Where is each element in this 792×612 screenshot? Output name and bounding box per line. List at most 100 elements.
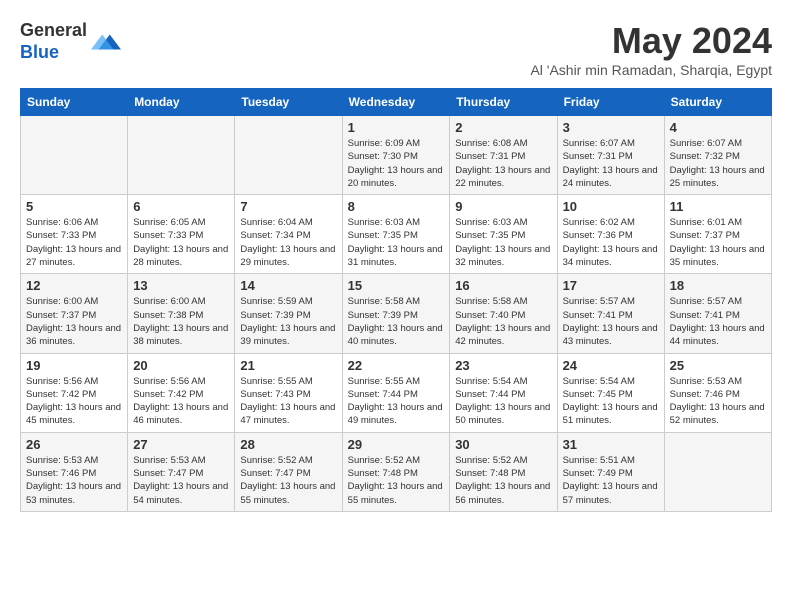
day-number: 18 [670,278,766,293]
title-block: May 2024 Al 'Ashir min Ramadan, Sharqia,… [530,20,772,78]
day-info: Sunrise: 5:52 AM Sunset: 7:48 PM Dayligh… [455,454,551,507]
day-info: Sunrise: 5:51 AM Sunset: 7:49 PM Dayligh… [563,454,659,507]
day-number: 9 [455,199,551,214]
day-info: Sunrise: 5:59 AM Sunset: 7:39 PM Dayligh… [240,295,336,348]
calendar-cell: 13Sunrise: 6:00 AM Sunset: 7:38 PM Dayli… [128,274,235,353]
calendar-header-row: SundayMondayTuesdayWednesdayThursdayFrid… [21,89,772,116]
day-info: Sunrise: 6:08 AM Sunset: 7:31 PM Dayligh… [455,137,551,190]
day-info: Sunrise: 5:56 AM Sunset: 7:42 PM Dayligh… [133,375,229,428]
calendar-cell [235,116,342,195]
day-info: Sunrise: 5:58 AM Sunset: 7:39 PM Dayligh… [348,295,445,348]
calendar-cell: 30Sunrise: 5:52 AM Sunset: 7:48 PM Dayli… [450,432,557,511]
day-info: Sunrise: 6:07 AM Sunset: 7:31 PM Dayligh… [563,137,659,190]
day-info: Sunrise: 5:58 AM Sunset: 7:40 PM Dayligh… [455,295,551,348]
day-info: Sunrise: 5:53 AM Sunset: 7:46 PM Dayligh… [26,454,122,507]
day-number: 17 [563,278,659,293]
day-number: 23 [455,358,551,373]
calendar-cell: 7 Sunrise: 6:04 AM Sunset: 7:34 PM Daylig… [235,195,342,274]
logo-icon [91,27,121,57]
day-number: 8 [348,199,445,214]
day-header-wednesday: Wednesday [342,89,450,116]
day-header-friday: Friday [557,89,664,116]
day-info: Sunrise: 6:00 AM Sunset: 7:37 PM Dayligh… [26,295,122,348]
calendar-cell [128,116,235,195]
day-number: 15 [348,278,445,293]
logo: General Blue [20,20,121,63]
calendar-table: SundayMondayTuesdayWednesdayThursdayFrid… [20,88,772,512]
day-number: 4 [670,120,766,135]
calendar-cell: 3 Sunrise: 6:07 AM Sunset: 7:31 PM Daylig… [557,116,664,195]
calendar-cell: 28Sunrise: 5:52 AM Sunset: 7:47 PM Dayli… [235,432,342,511]
calendar-cell: 23 Sunrise: 5:54 AM Sunset: 7:44 PM Dayli… [450,353,557,432]
page-header: General Blue May 2024 Al 'Ashir min Rama… [20,20,772,78]
calendar-cell: 8 Sunrise: 6:03 AM Sunset: 7:35 PM Daylig… [342,195,450,274]
day-info: Sunrise: 5:54 AM Sunset: 7:44 PM Dayligh… [455,375,551,428]
day-number: 29 [348,437,445,452]
day-number: 31 [563,437,659,452]
day-info: Sunrise: 6:04 AM Sunset: 7:34 PM Dayligh… [240,216,336,269]
day-header-thursday: Thursday [450,89,557,116]
calendar-cell: 15 Sunrise: 5:58 AM Sunset: 7:39 PM Dayli… [342,274,450,353]
day-number: 22 [348,358,445,373]
day-info: Sunrise: 6:06 AM Sunset: 7:33 PM Dayligh… [26,216,122,269]
day-info: Sunrise: 6:07 AM Sunset: 7:32 PM Dayligh… [670,137,766,190]
day-number: 3 [563,120,659,135]
calendar-cell: 16 Sunrise: 5:58 AM Sunset: 7:40 PM Dayli… [450,274,557,353]
day-number: 6 [133,199,229,214]
day-number: 12 [26,278,122,293]
day-number: 21 [240,358,336,373]
day-header-monday: Monday [128,89,235,116]
day-info: Sunrise: 5:52 AM Sunset: 7:48 PM Dayligh… [348,454,445,507]
day-info: Sunrise: 5:54 AM Sunset: 7:45 PM Dayligh… [563,375,659,428]
day-info: Sunrise: 5:56 AM Sunset: 7:42 PM Dayligh… [26,375,122,428]
location-title: Al 'Ashir min Ramadan, Sharqia, Egypt [530,62,772,78]
day-header-tuesday: Tuesday [235,89,342,116]
calendar-cell [664,432,771,511]
calendar-week-row: 1 Sunrise: 6:09 AM Sunset: 7:30 PM Daylig… [21,116,772,195]
calendar-cell: 6Sunrise: 6:05 AM Sunset: 7:33 PM Daylig… [128,195,235,274]
calendar-cell: 19Sunrise: 5:56 AM Sunset: 7:42 PM Dayli… [21,353,128,432]
day-number: 5 [26,199,122,214]
calendar-cell: 31 Sunrise: 5:51 AM Sunset: 7:49 PM Dayli… [557,432,664,511]
day-number: 7 [240,199,336,214]
day-number: 26 [26,437,122,452]
calendar-cell: 20 Sunrise: 5:56 AM Sunset: 7:42 PM Dayli… [128,353,235,432]
calendar-cell: 5 Sunrise: 6:06 AM Sunset: 7:33 PM Daylig… [21,195,128,274]
month-title: May 2024 [530,20,772,62]
calendar-week-row: 26 Sunrise: 5:53 AM Sunset: 7:46 PM Dayli… [21,432,772,511]
day-info: Sunrise: 6:03 AM Sunset: 7:35 PM Dayligh… [348,216,445,269]
calendar-cell: 24Sunrise: 5:54 AM Sunset: 7:45 PM Dayli… [557,353,664,432]
calendar-cell: 26 Sunrise: 5:53 AM Sunset: 7:46 PM Dayli… [21,432,128,511]
calendar-cell: 29 Sunrise: 5:52 AM Sunset: 7:48 PM Dayli… [342,432,450,511]
day-info: Sunrise: 6:00 AM Sunset: 7:38 PM Dayligh… [133,295,229,348]
calendar-cell: 11Sunrise: 6:01 AM Sunset: 7:37 PM Dayli… [664,195,771,274]
day-number: 11 [670,199,766,214]
day-info: Sunrise: 6:02 AM Sunset: 7:36 PM Dayligh… [563,216,659,269]
calendar-cell: 4 Sunrise: 6:07 AM Sunset: 7:32 PM Daylig… [664,116,771,195]
calendar-body: 1 Sunrise: 6:09 AM Sunset: 7:30 PM Daylig… [21,116,772,512]
day-header-saturday: Saturday [664,89,771,116]
calendar-cell: 17 Sunrise: 5:57 AM Sunset: 7:41 PM Dayli… [557,274,664,353]
day-info: Sunrise: 5:52 AM Sunset: 7:47 PM Dayligh… [240,454,336,507]
day-info: Sunrise: 6:03 AM Sunset: 7:35 PM Dayligh… [455,216,551,269]
day-number: 16 [455,278,551,293]
day-info: Sunrise: 5:57 AM Sunset: 7:41 PM Dayligh… [670,295,766,348]
calendar-week-row: 19Sunrise: 5:56 AM Sunset: 7:42 PM Dayli… [21,353,772,432]
day-number: 2 [455,120,551,135]
day-number: 20 [133,358,229,373]
day-info: Sunrise: 5:53 AM Sunset: 7:47 PM Dayligh… [133,454,229,507]
day-number: 1 [348,120,445,135]
calendar-cell: 1 Sunrise: 6:09 AM Sunset: 7:30 PM Daylig… [342,116,450,195]
calendar-cell: 27 Sunrise: 5:53 AM Sunset: 7:47 PM Dayli… [128,432,235,511]
day-number: 25 [670,358,766,373]
calendar-cell: 10Sunrise: 6:02 AM Sunset: 7:36 PM Dayli… [557,195,664,274]
calendar-cell: 18 Sunrise: 5:57 AM Sunset: 7:41 PM Dayli… [664,274,771,353]
calendar-cell: 14Sunrise: 5:59 AM Sunset: 7:39 PM Dayli… [235,274,342,353]
logo-blue: Blue [20,42,59,62]
day-number: 27 [133,437,229,452]
calendar-cell: 25Sunrise: 5:53 AM Sunset: 7:46 PM Dayli… [664,353,771,432]
day-info: Sunrise: 5:57 AM Sunset: 7:41 PM Dayligh… [563,295,659,348]
day-info: Sunrise: 6:09 AM Sunset: 7:30 PM Dayligh… [348,137,445,190]
day-info: Sunrise: 5:55 AM Sunset: 7:44 PM Dayligh… [348,375,445,428]
day-header-sunday: Sunday [21,89,128,116]
